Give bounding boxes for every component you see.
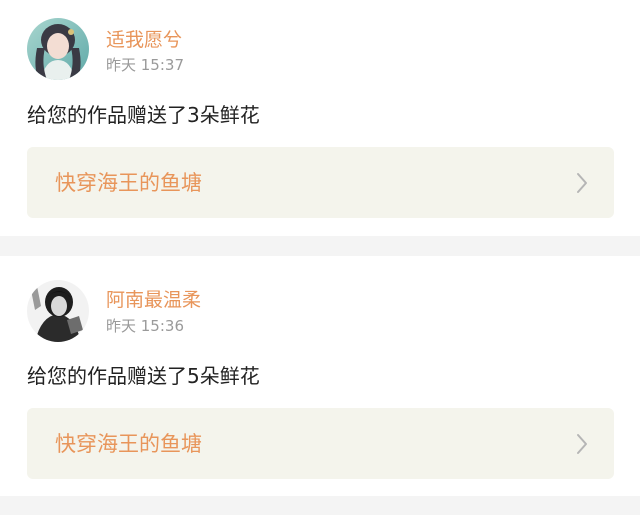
gift-notification-feed: 适我愿兮 昨天 15:37 给您的作品赠送了3朵鲜花 快穿海王的鱼塘 阿南最温柔… xyxy=(0,0,640,515)
timestamp: 昨天 15:37 xyxy=(106,56,184,74)
gift-message: 给您的作品赠送了5朵鲜花 xyxy=(27,364,260,388)
notification-card: 适我愿兮 昨天 15:37 给您的作品赠送了3朵鲜花 快穿海王的鱼塘 xyxy=(0,0,640,236)
work-title: 快穿海王的鱼塘 xyxy=(55,432,202,456)
username[interactable]: 阿南最温柔 xyxy=(106,288,201,312)
username[interactable]: 适我愿兮 xyxy=(106,28,182,52)
avatar-image xyxy=(27,280,89,342)
user-avatar[interactable] xyxy=(27,18,89,80)
work-title: 快穿海王的鱼塘 xyxy=(55,171,202,195)
notification-card: 阿南最温柔 昨天 15:36 给您的作品赠送了5朵鲜花 快穿海王的鱼塘 xyxy=(0,256,640,496)
gift-message: 给您的作品赠送了3朵鲜花 xyxy=(27,103,260,127)
chevron-right-icon xyxy=(577,173,587,193)
avatar-image xyxy=(27,18,89,80)
timestamp: 昨天 15:36 xyxy=(106,317,184,335)
work-link-card[interactable]: 快穿海王的鱼塘 xyxy=(27,147,614,218)
user-avatar[interactable] xyxy=(27,280,89,342)
chevron-right-icon xyxy=(577,434,587,454)
work-link-card[interactable]: 快穿海王的鱼塘 xyxy=(27,408,614,479)
